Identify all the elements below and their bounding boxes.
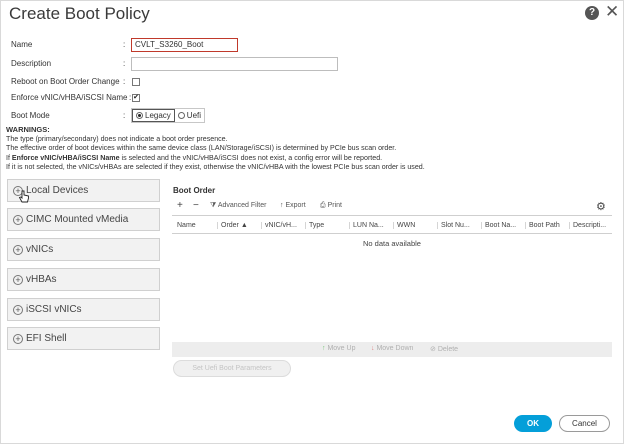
reboot-row: Reboot on Boot Order Change : (11, 74, 131, 90)
ok-button[interactable]: OK (514, 415, 552, 432)
expand-icon: + (13, 333, 23, 344)
accordion-vnics[interactable]: + vNICs (7, 238, 160, 261)
enforce-row: Enforce vNIC/vHBA/iSCSI Name : (11, 90, 141, 106)
reboot-colon: : (123, 77, 126, 86)
export-label: Export (285, 202, 306, 209)
warning-line-1: The type (primary/secondary) does not in… (6, 134, 228, 143)
empty-table-message: No data available (363, 239, 421, 248)
description-row: Description : (11, 56, 131, 72)
advanced-filter-label: Advanced Filter (217, 202, 267, 209)
enforce-label: Enforce vNIC/vHBA/iSCSI Name (11, 93, 128, 102)
accordion-label: CIMC Mounted vMedia (26, 214, 129, 225)
warning-line-2: The effective order of boot devices with… (6, 144, 397, 152)
boot-order-action-bar: ↑ Move Up ↓ Move Down ⊘ Delete (172, 342, 612, 357)
filter-icon: ⧩ (210, 202, 217, 209)
bootmode-row: Boot Mode : (11, 108, 131, 124)
description-colon: : (123, 59, 126, 68)
dialog-title: Create Boot Policy (9, 4, 150, 23)
create-boot-policy-dialog: Create Boot Policy ? ✕ Name : CVLT_S3260… (0, 0, 624, 444)
legacy-radio[interactable] (136, 112, 143, 119)
accordion-efi-shell[interactable]: + EFI Shell (7, 327, 160, 350)
legacy-label: Legacy (145, 111, 171, 120)
move-up-button[interactable]: ↑ Move Up (322, 345, 355, 352)
help-icon[interactable]: ? (585, 6, 599, 20)
column-order-label: Order (221, 222, 239, 229)
export-button[interactable]: ↑ Export (280, 202, 306, 209)
remove-icon[interactable]: − (193, 200, 199, 211)
warning-line-3: If Enforce vNIC/vHBA/iSCSI Name is selec… (6, 154, 621, 164)
bootmode-selector: Legacy Uefi (131, 108, 206, 123)
bootmode-option-legacy[interactable]: Legacy (132, 109, 175, 122)
export-icon: ↑ (280, 202, 284, 209)
set-uefi-boot-parameters-button[interactable]: Set Uefi Boot Parameters (173, 360, 291, 377)
description-label: Description (11, 59, 52, 68)
advanced-filter-button[interactable]: ⧩ Advanced Filter (210, 202, 266, 210)
arrow-down-icon: ↓ (371, 345, 375, 352)
name-row: Name : (11, 37, 131, 53)
name-colon: : (123, 40, 126, 49)
reboot-checkbox[interactable] (132, 78, 140, 86)
column-slot-number[interactable]: Slot Nu... (437, 222, 470, 229)
name-input[interactable]: CVLT_S3260_Boot (131, 38, 238, 52)
expand-icon: + (13, 214, 23, 225)
uefi-radio[interactable] (177, 112, 185, 119)
expand-icon: + (13, 274, 23, 285)
accordion-label: Local Devices (26, 185, 89, 196)
column-lun-name[interactable]: LUN Na... (349, 222, 384, 229)
accordion-cimc-mounted-vmedia[interactable]: + CIMC Mounted vMedia (7, 208, 160, 231)
accordion-label: EFI Shell (26, 333, 67, 344)
column-wwn[interactable]: WWN (393, 222, 415, 229)
print-button[interactable]: ⎙ Print (320, 202, 342, 210)
bootmode-label: Boot Mode (11, 111, 50, 120)
accordion-vhbas[interactable]: + vHBAs (7, 268, 160, 291)
column-boot-path[interactable]: Boot Path (525, 222, 560, 229)
uefi-label: Uefi (186, 111, 202, 120)
column-vnic-vhba[interactable]: vNIC/vH... (261, 222, 297, 229)
sort-ascending-icon: ▲ (240, 222, 248, 229)
accordion-label: vNICs (26, 244, 54, 255)
boot-order-title: Boot Order (173, 186, 216, 195)
gear-icon[interactable]: ⚙ (596, 200, 606, 213)
warning-line-3-bold: Enforce vNIC/vHBA/iSCSI Name (11, 153, 120, 162)
move-down-label: Move Down (376, 345, 414, 352)
column-name[interactable]: Name (177, 222, 196, 229)
column-boot-name[interactable]: Boot Na... (481, 222, 516, 229)
column-order[interactable]: Order ▲ (217, 222, 248, 229)
expand-icon: + (13, 304, 23, 315)
description-input[interactable] (131, 57, 338, 71)
delete-icon: ⊘ (430, 346, 436, 353)
column-type[interactable]: Type (305, 222, 324, 229)
delete-label: Delete (437, 346, 459, 353)
move-down-button[interactable]: ↓ Move Down (371, 345, 413, 352)
expand-icon: + (13, 244, 23, 255)
move-up-label: Move Up (327, 345, 356, 352)
add-icon[interactable]: + (177, 200, 183, 211)
warning-line-4: If it is not selected, the vNICs/vHBAs a… (6, 163, 425, 171)
bootmode-option-uefi[interactable]: Uefi (175, 109, 204, 122)
warnings-title: WARNINGS: (6, 125, 50, 134)
boot-order-table-header: Name Order ▲ vNIC/vH... Type LUN Na... W… (172, 217, 612, 234)
reboot-label: Reboot on Boot Order Change (11, 77, 120, 86)
accordion-iscsi-vnics[interactable]: + iSCSI vNICs (7, 298, 160, 321)
enforce-colon: : (129, 93, 132, 102)
hand-cursor-icon (18, 190, 29, 203)
delete-button[interactable]: ⊘ Delete (430, 345, 458, 353)
warnings-block: WARNINGS: The type (primary/secondary) d… (6, 125, 621, 173)
name-label: Name (11, 40, 33, 49)
accordion-label: iSCSI vNICs (26, 304, 82, 315)
bootmode-colon: : (123, 111, 126, 120)
close-icon[interactable]: ✕ (605, 3, 619, 21)
column-description[interactable]: Descripti... (569, 222, 606, 229)
accordion-label: vHBAs (26, 274, 57, 285)
boot-order-toolbar: + − ⧩ Advanced Filter ↑ Export ⎙ Print ⚙ (172, 199, 612, 216)
warning-line-3-post: is selected and the vNIC/vHBA/iSCSI does… (119, 153, 383, 162)
print-label: Print (327, 202, 342, 209)
arrow-up-icon: ↑ (322, 345, 326, 352)
enforce-checkbox[interactable]: ✔ (132, 94, 140, 102)
cancel-button[interactable]: Cancel (559, 415, 610, 432)
print-icon: ⎙ (320, 202, 326, 209)
